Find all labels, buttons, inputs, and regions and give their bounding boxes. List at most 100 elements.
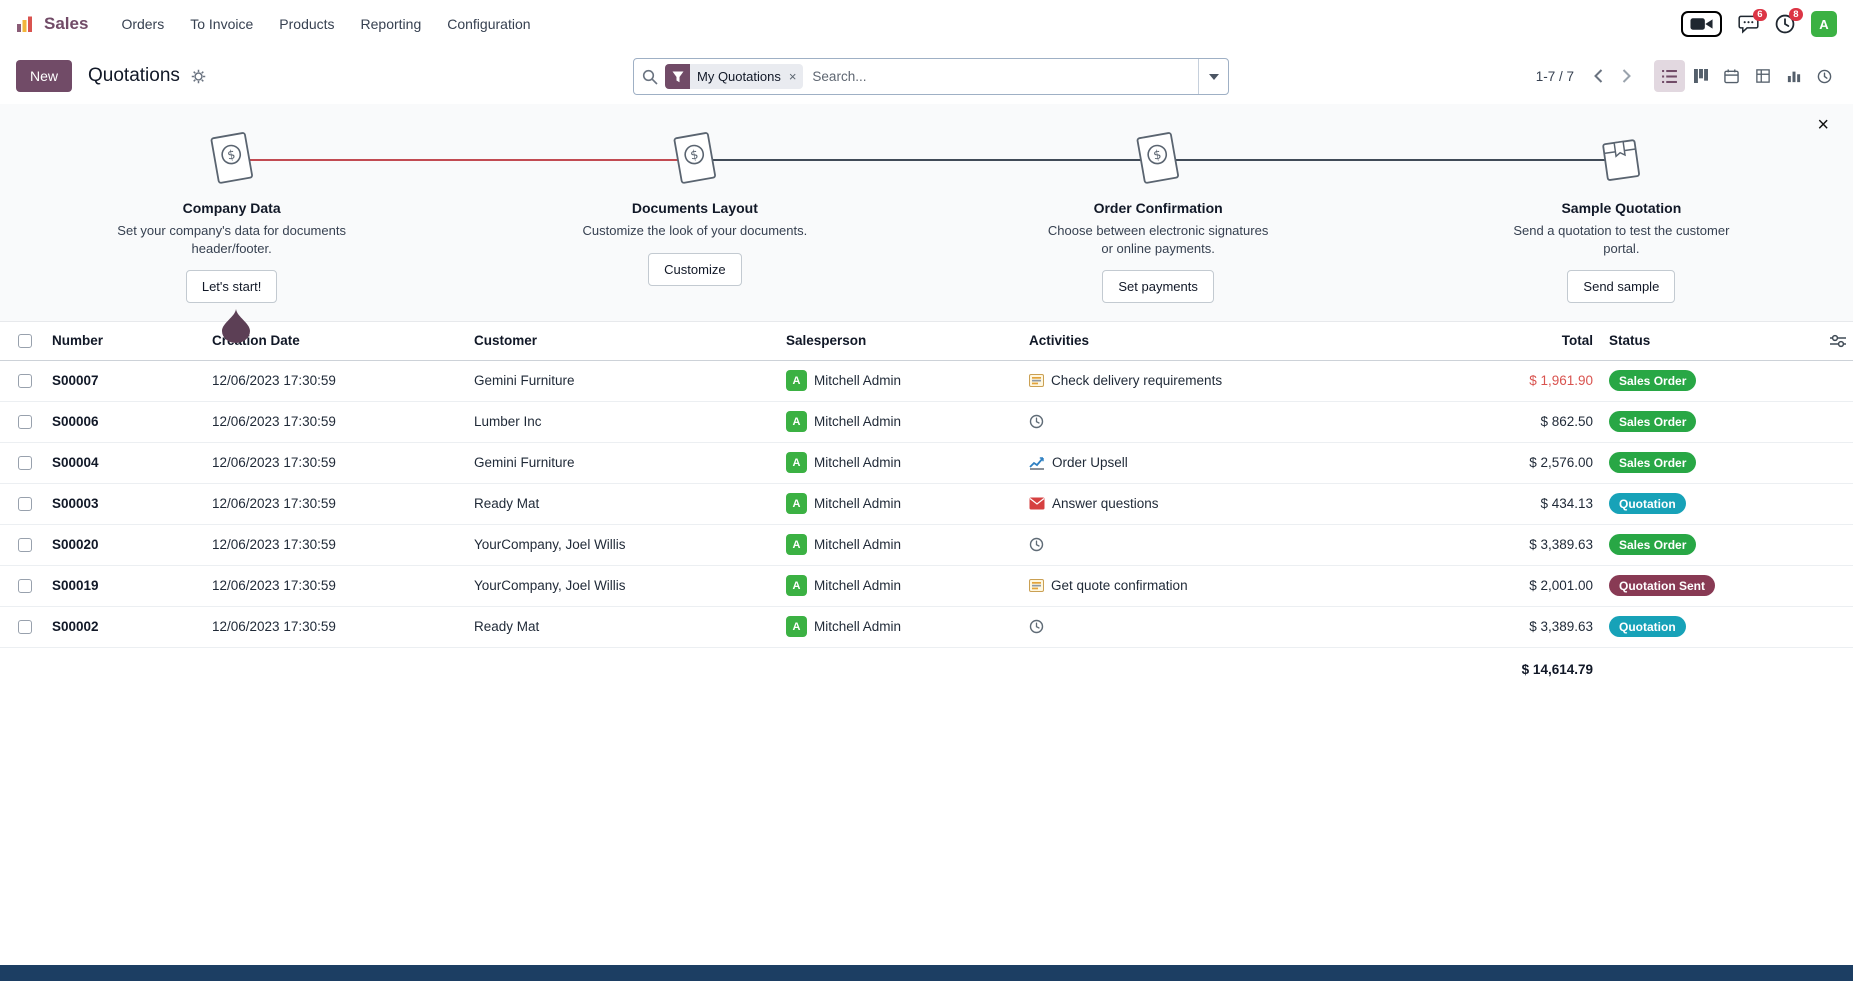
app-name[interactable]: Sales <box>44 14 88 34</box>
salesperson-avatar: A <box>786 575 807 596</box>
total-amount: $ 2,576.00 <box>1435 442 1605 483</box>
view-pivot-button[interactable] <box>1747 60 1778 92</box>
optional-columns-button[interactable] <box>1827 331 1849 351</box>
search-dropdown-toggle[interactable] <box>1198 59 1228 94</box>
activity-cell[interactable]: Check delivery requirements <box>1029 373 1431 388</box>
chevron-left-icon <box>1594 69 1603 83</box>
step-title: Company Data <box>183 200 281 216</box>
salesperson-name: Mitchell Admin <box>814 455 901 470</box>
view-list-button[interactable] <box>1654 60 1685 92</box>
customer-name: Ready Mat <box>470 483 782 524</box>
onboarding-step-documents-layout: $ Documents Layout Customize the look of… <box>463 130 926 303</box>
header-activities[interactable]: Activities <box>1025 322 1435 360</box>
total-amount: $ 1,961.90 <box>1435 360 1605 401</box>
row-checkbox[interactable] <box>18 620 32 634</box>
sales-app-icon[interactable] <box>16 15 34 33</box>
activity-cell[interactable]: Order Upsell <box>1029 455 1431 470</box>
quotation-number: S00003 <box>48 483 208 524</box>
salesperson-avatar: A <box>786 411 807 432</box>
customize-button[interactable]: Customize <box>648 253 741 286</box>
table-row[interactable]: S00004 12/06/2023 17:30:59 Gemini Furnit… <box>0 442 1853 483</box>
main-menu: Orders To Invoice Products Reporting Con… <box>110 9 541 39</box>
view-calendar-button[interactable] <box>1716 60 1747 92</box>
view-switcher <box>1654 60 1840 92</box>
creation-date: 12/06/2023 17:30:59 <box>208 606 470 647</box>
pager[interactable]: 1-7 / 7 <box>1536 69 1574 84</box>
new-button[interactable]: New <box>16 60 72 92</box>
mini-bar-chart-icon <box>16 15 34 33</box>
view-kanban-button[interactable] <box>1685 60 1716 92</box>
select-all-checkbox-cell[interactable] <box>0 322 48 360</box>
table-header-row: Number Creation Date Customer Salesperso… <box>0 322 1853 360</box>
search-input[interactable] <box>810 68 1190 85</box>
pager-previous-button[interactable] <box>1584 61 1612 91</box>
videocall-button[interactable] <box>1681 11 1722 37</box>
table-row[interactable]: S00019 12/06/2023 17:30:59 YourCompany, … <box>0 565 1853 606</box>
header-salesperson[interactable]: Salesperson <box>782 322 1025 360</box>
step-title: Sample Quotation <box>1561 200 1681 216</box>
activity-cell[interactable] <box>1029 537 1431 552</box>
customer-name: Gemini Furniture <box>470 360 782 401</box>
menu-products[interactable]: Products <box>268 9 345 39</box>
table-row[interactable]: S00002 12/06/2023 17:30:59 Ready Mat A M… <box>0 606 1853 647</box>
status-badge: Sales Order <box>1609 452 1696 473</box>
menu-orders[interactable]: Orders <box>110 9 175 39</box>
header-number[interactable]: Number <box>48 322 208 360</box>
chevron-down-icon <box>1209 74 1219 80</box>
row-checkbox[interactable] <box>18 579 32 593</box>
onboarding-step-company-data: $ Company Data Set your company's data f… <box>0 130 463 303</box>
header-status[interactable]: Status <box>1605 322 1805 360</box>
activity-cell[interactable]: Get quote confirmation <box>1029 578 1431 593</box>
view-settings-gear-icon[interactable] <box>189 67 208 86</box>
onboarding-step-order-confirmation: $ Order Confirmation Choose between elec… <box>927 130 1390 303</box>
table-row[interactable]: S00003 12/06/2023 17:30:59 Ready Mat A M… <box>0 483 1853 524</box>
view-graph-button[interactable] <box>1778 60 1809 92</box>
messages-count-badge: 6 <box>1753 9 1767 22</box>
filter-facet[interactable]: My Quotations × <box>665 64 803 89</box>
activity-cell[interactable] <box>1029 414 1431 429</box>
document-dollar-icon: $ <box>1132 130 1184 190</box>
row-checkbox[interactable] <box>18 456 32 470</box>
activity-cell[interactable]: Answer questions <box>1029 496 1431 511</box>
activities-button[interactable]: 8 <box>1775 14 1795 34</box>
activity-label: Check delivery requirements <box>1051 373 1222 388</box>
send-sample-button[interactable]: Send sample <box>1567 270 1675 303</box>
salesperson-avatar: A <box>786 452 807 473</box>
total-amount: $ 2,001.00 <box>1435 565 1605 606</box>
table-row[interactable]: S00020 12/06/2023 17:30:59 YourCompany, … <box>0 524 1853 565</box>
creation-date: 12/06/2023 17:30:59 <box>208 565 470 606</box>
clock-icon <box>1029 619 1044 634</box>
table-row[interactable]: S00007 12/06/2023 17:30:59 Gemini Furnit… <box>0 360 1853 401</box>
quotation-number: S00020 <box>48 524 208 565</box>
quotation-table-body: S00007 12/06/2023 17:30:59 Gemini Furnit… <box>0 360 1853 647</box>
menu-configuration[interactable]: Configuration <box>436 9 541 39</box>
table-row[interactable]: S00006 12/06/2023 17:30:59 Lumber Inc A … <box>0 401 1853 442</box>
facet-remove-icon[interactable]: × <box>788 69 804 84</box>
header-customer[interactable]: Customer <box>470 322 782 360</box>
set-payments-button[interactable]: Set payments <box>1102 270 1214 303</box>
view-activity-button[interactable] <box>1809 60 1840 92</box>
videocam-icon <box>1690 16 1713 32</box>
select-all-checkbox[interactable] <box>18 334 32 348</box>
sliders-icon <box>1830 334 1846 348</box>
search-icon <box>642 69 658 85</box>
pager-next-button[interactable] <box>1612 61 1640 91</box>
onboarding-step-sample-quotation: Sample Quotation Send a quotation to tes… <box>1390 130 1853 303</box>
customer-name: Ready Mat <box>470 606 782 647</box>
row-checkbox[interactable] <box>18 374 32 388</box>
chevron-right-icon <box>1622 69 1631 83</box>
lets-start-button[interactable]: Let's start! <box>186 270 278 303</box>
status-badge: Sales Order <box>1609 534 1696 555</box>
messages-button[interactable]: 6 <box>1738 15 1759 34</box>
totals-row: $ 14,614.79 <box>0 647 1853 691</box>
menu-to-invoice[interactable]: To Invoice <box>179 9 264 39</box>
menu-reporting[interactable]: Reporting <box>350 9 433 39</box>
row-checkbox[interactable] <box>18 415 32 429</box>
row-checkbox[interactable] <box>18 497 32 511</box>
activity-cell[interactable] <box>1029 619 1431 634</box>
systray: 6 8 A <box>1681 11 1837 37</box>
row-checkbox[interactable] <box>18 538 32 552</box>
user-avatar[interactable]: A <box>1811 11 1837 37</box>
header-total[interactable]: Total <box>1435 322 1605 360</box>
graph-view-icon <box>1787 69 1801 83</box>
